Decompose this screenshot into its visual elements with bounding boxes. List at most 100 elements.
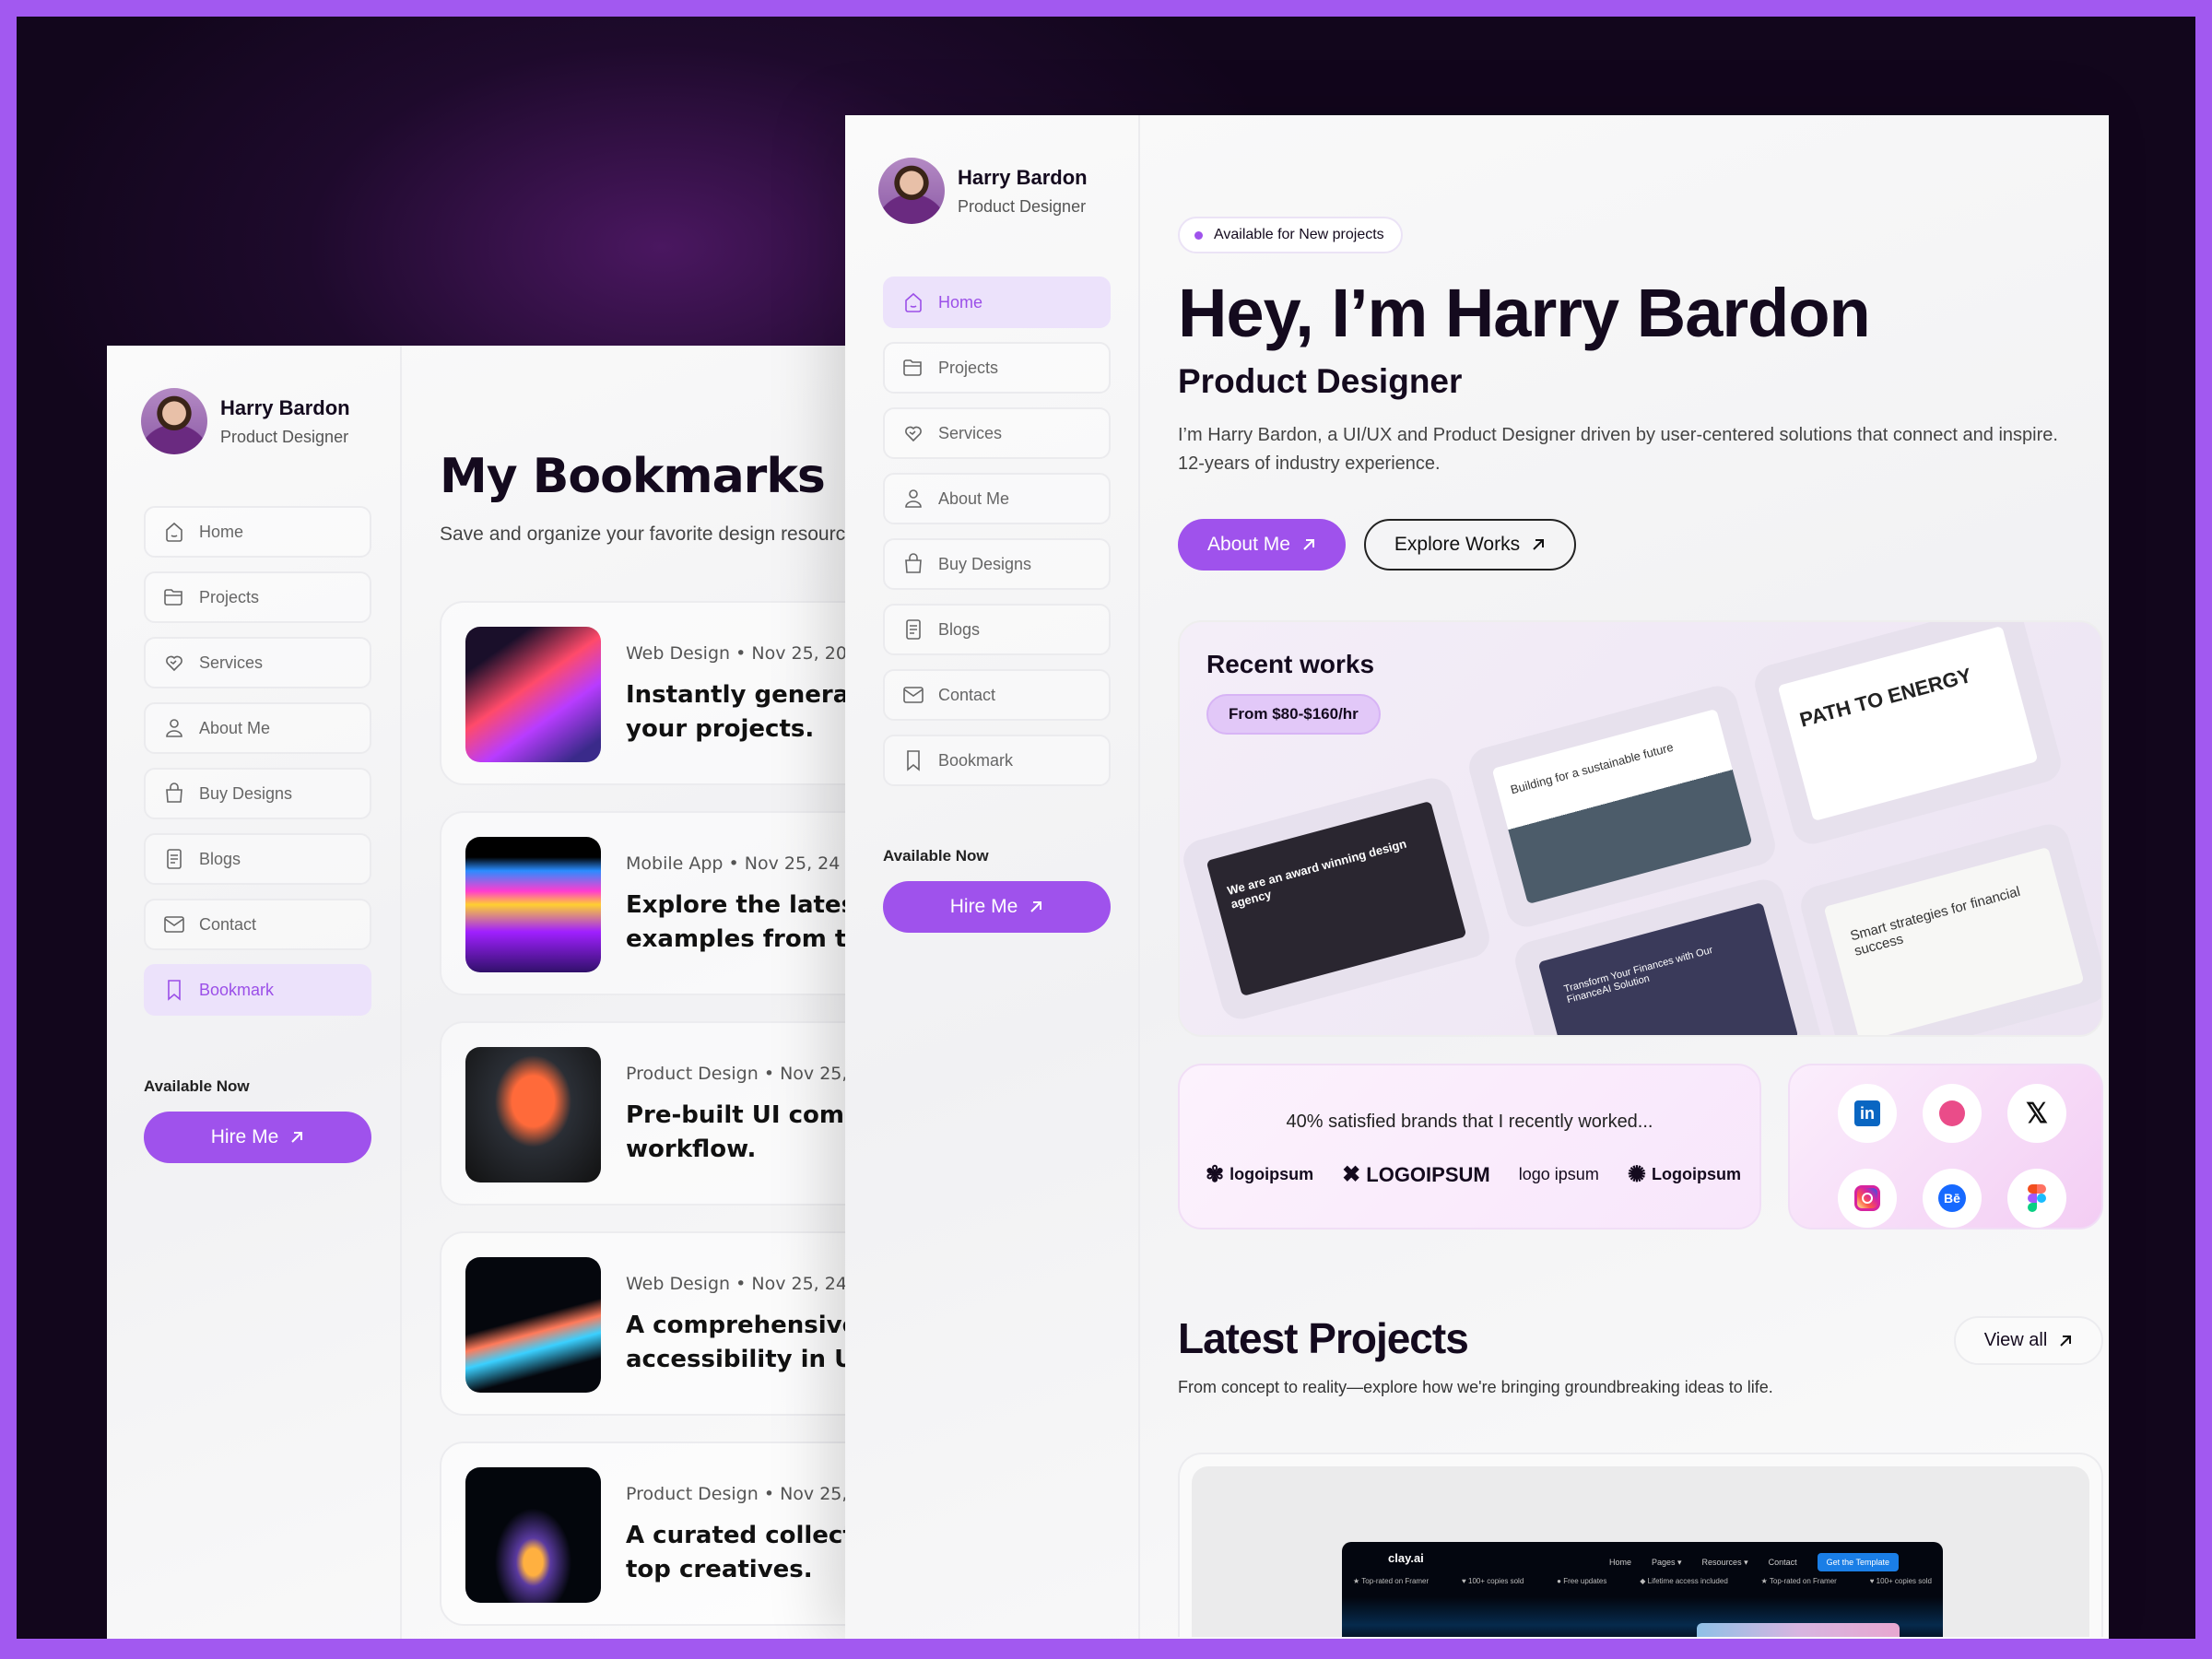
- mail-icon: [903, 687, 924, 703]
- sidebar-item-services[interactable]: Services: [883, 407, 1111, 459]
- behance-icon[interactable]: Bē: [1923, 1169, 1982, 1228]
- profile-role: Product Designer: [958, 196, 1087, 216]
- sidebar-item-label: Contact: [199, 914, 257, 934]
- sidebar-item-projects[interactable]: Projects: [883, 342, 1111, 394]
- brand-logo: ✺ Logoipsum: [1627, 1162, 1741, 1187]
- home-icon: [166, 522, 182, 542]
- home-window: Harry Bardon Product Designer Home Project…: [845, 115, 2109, 1639]
- work-thumbnail[interactable]: We are an award winning design agency: [1180, 773, 1494, 1024]
- bookmark-meta: Web Design • Nov 25, 2024: [626, 643, 870, 664]
- project-card[interactable]: clay.ai Home Pages ▾ Resources ▾ Contact Get…: [1178, 1453, 2103, 1637]
- about-me-button[interactable]: About Me: [1178, 519, 1346, 571]
- work-thumbnail[interactable]: Smart strategies for financial success: [1796, 819, 2101, 1035]
- sidebar-item-services[interactable]: Services: [144, 637, 371, 688]
- hero-intro: I’m Harry Bardon, a UI/UX and Product De…: [1178, 425, 2058, 474]
- available-label: Available Now: [883, 847, 989, 865]
- bookmark-icon: [168, 980, 181, 1001]
- sidebar-item-blogs[interactable]: Blogs: [144, 833, 371, 885]
- avatar: [141, 388, 207, 454]
- recent-works-card[interactable]: Recent works From $80-$160/hr We are an …: [1178, 620, 2103, 1037]
- status-dot: [1194, 230, 1203, 240]
- recent-works-title: Recent works: [1206, 650, 1375, 678]
- sidebar-item-label: Projects: [938, 358, 999, 377]
- available-label: Available Now: [144, 1077, 250, 1095]
- explore-works-label: Explore Works: [1394, 534, 1521, 555]
- home-icon: [905, 292, 922, 312]
- hire-me-button[interactable]: Hire Me: [144, 1112, 371, 1163]
- document-icon: [906, 619, 921, 640]
- latest-projects-title: Latest Projects: [1178, 1314, 1469, 1362]
- sidebar-item-contact[interactable]: Contact: [144, 899, 371, 950]
- sidebar-item-home[interactable]: Home: [883, 276, 1111, 328]
- preview-nav: Home Pages ▾ Resources ▾ Contact Get the Tem…: [1609, 1553, 1899, 1571]
- bookmark-thumbnail: [465, 1467, 601, 1603]
- sidebar-item-label: Services: [199, 653, 264, 672]
- sidebar-item-label: About Me: [938, 488, 1010, 508]
- sidebar-item-label: Contact: [938, 685, 996, 704]
- hire-me-button[interactable]: Hire Me: [883, 881, 1111, 933]
- social-links-card: in 𝕏 Bē: [1788, 1064, 2103, 1230]
- hero-subheading: Product Designer: [1178, 362, 1463, 400]
- work-thumbnail[interactable]: PATH TO ENERGY: [1750, 622, 2065, 849]
- bookmark-icon: [907, 750, 920, 771]
- arrow-up-right-icon: [1303, 539, 1314, 550]
- bookmark-meta: Product Design • Nov 25, 24: [626, 1064, 876, 1084]
- sidebar-item-label: Bookmark: [938, 750, 1014, 770]
- sidebar-item-about-me[interactable]: About Me: [883, 473, 1111, 524]
- user-icon: [166, 719, 182, 737]
- preview-image: [1697, 1623, 1900, 1637]
- sidebar-item-projects[interactable]: Projects: [144, 571, 371, 623]
- figma-icon[interactable]: [2007, 1169, 2066, 1228]
- latest-projects-subtitle: From concept to reality—explore how we'r…: [1178, 1378, 1773, 1396]
- sidebar-item-label: Home: [199, 522, 244, 541]
- avatar: [878, 158, 945, 224]
- dribbble-icon[interactable]: [1923, 1084, 1982, 1143]
- arrow-up-right-icon: [291, 1132, 303, 1143]
- sidebar-item-bookmark[interactable]: Bookmark: [883, 735, 1111, 786]
- linkedin-icon[interactable]: in: [1838, 1084, 1897, 1143]
- hire-me-label: Hire Me: [210, 1126, 279, 1147]
- hero-heading: Hey, I’m Harry Bardon: [1178, 275, 1871, 351]
- work-thumbnail-text: Building for a sustainable future: [1491, 708, 1753, 905]
- project-preview: clay.ai Home Pages ▾ Resources ▾ Contact Get…: [1342, 1542, 1943, 1637]
- sidebar-item-about-me[interactable]: About Me: [144, 702, 371, 754]
- sidebar-item-buy-designs[interactable]: Buy Designs: [144, 768, 371, 819]
- sidebar-item-bookmark[interactable]: Bookmark: [144, 964, 371, 1016]
- sidebar-item-label: Buy Designs: [938, 554, 1032, 573]
- profile: Harry Bardon Product Designer: [141, 388, 350, 454]
- folder-icon: [164, 589, 182, 606]
- x-icon[interactable]: 𝕏: [2007, 1084, 2066, 1143]
- bookmark-thumbnail: [465, 1047, 601, 1182]
- bookmark-meta: Product Design • Nov 25, 24: [626, 1484, 876, 1504]
- sidebar-item-blogs[interactable]: Blogs: [883, 604, 1111, 655]
- sidebar-item-contact[interactable]: Contact: [883, 669, 1111, 721]
- about-me-label: About Me: [1207, 534, 1290, 555]
- sidebar-item-buy-designs[interactable]: Buy Designs: [883, 538, 1111, 590]
- view-all-label: View all: [1983, 1330, 2048, 1350]
- page-subtitle: Save and organize your favorite design r…: [440, 524, 866, 545]
- explore-works-button[interactable]: Explore Works: [1364, 519, 1576, 571]
- brand-logo: ✾ logoipsum: [1206, 1162, 1314, 1187]
- sidebar-item-label: Services: [938, 423, 1003, 442]
- instagram-icon[interactable]: [1838, 1169, 1897, 1228]
- brands-card: 40% satisfied brands that I recently wor…: [1178, 1064, 1761, 1230]
- sidebar-item-label: Bookmark: [199, 980, 275, 999]
- arrow-up-right-icon: [1533, 539, 1545, 550]
- sidebar-item-home[interactable]: Home: [144, 506, 371, 558]
- bookmark-thumbnail: [465, 627, 601, 762]
- sidebar-nav: Home Projects Services About Me Buy Designs B…: [883, 276, 1111, 786]
- preview-ticker: ★ Top-rated on Framer ♥ 100+ copies sold ●…: [1353, 1577, 1932, 1585]
- profile-name: Harry Bardon: [958, 165, 1088, 189]
- sidebar-item-label: Blogs: [938, 619, 981, 639]
- work-thumbnail-text: Transform Your Finances with Our Finance…: [1537, 901, 1799, 1035]
- profile-name: Harry Bardon: [220, 395, 350, 419]
- sidebar-item-label: Blogs: [199, 849, 241, 868]
- shopping-bag-icon: [905, 553, 922, 573]
- heart-hand-icon: [166, 655, 182, 672]
- page-title: My Bookmarks: [440, 449, 826, 504]
- view-all-button[interactable]: View all: [1954, 1316, 2103, 1365]
- mail-icon: [164, 916, 184, 933]
- brand-logo: ✖ LOGOIPSUM: [1342, 1162, 1490, 1187]
- brands-text: 40% satisfied brands that I recently wor…: [1286, 1112, 1653, 1132]
- bookmark-meta: Web Design • Nov 25, 24: [626, 1274, 847, 1294]
